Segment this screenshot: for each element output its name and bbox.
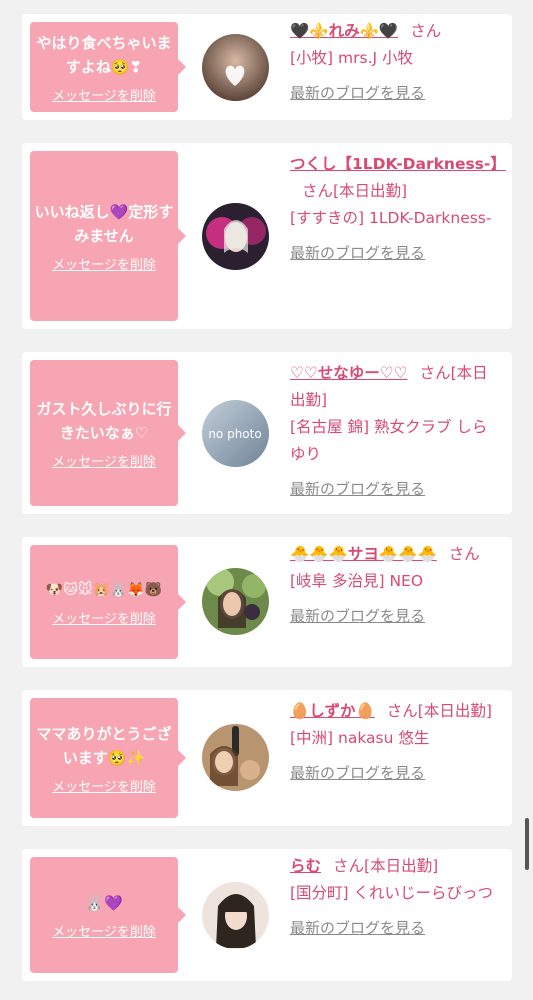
- shop-label: [すすきの] 1LDK-Darkness-: [290, 209, 492, 227]
- profile-name-link[interactable]: らむ: [290, 857, 321, 875]
- avatar-image: [202, 568, 269, 635]
- profile-name-link[interactable]: 🖤⚜️れみ⚜️🖤: [290, 22, 398, 40]
- profile-info: ♡♡せなゆー♡♡ さん[本日出勤] [名古屋 錦] 熟女クラブ しらゆり 最新のブ…: [290, 360, 502, 503]
- latest-blog-link[interactable]: 最新のブログを見る: [290, 240, 502, 267]
- profile-info: つくし【1LDK-Darkness-】さん[本日出勤] [すすきの] 1LDK-…: [290, 151, 506, 267]
- delete-message-link[interactable]: メッセージを削除: [52, 85, 156, 104]
- message-card: ママありがとうございます🥺✨ メッセージを削除 🥚しずか🥚 さん[本日出勤] [中…: [22, 690, 512, 826]
- message-bubble: 🐶🐱🐭🐹🐰🦊🐻 メッセージを削除: [30, 545, 186, 659]
- message-text: 🐰💜: [85, 893, 123, 912]
- delete-message-link[interactable]: メッセージを削除: [52, 608, 156, 627]
- profile-name-link[interactable]: つくし【1LDK-Darkness-】: [290, 155, 506, 173]
- latest-blog-link[interactable]: 最新のブログを見る: [290, 760, 502, 787]
- message-text: ガスト久しぶりに行きたいなぁ♡: [36, 399, 172, 442]
- message-text: ママありがとうございます🥺✨: [36, 724, 172, 767]
- profile-name-link[interactable]: 🥚しずか🥚: [290, 702, 375, 720]
- message-bubble: いいね返し💜定形すみません メッセージを削除: [30, 151, 186, 321]
- message-card: いいね返し💜定形すみません メッセージを削除 つくし【1LDK-Darkness…: [22, 143, 512, 329]
- profile-info: 🖤⚜️れみ⚜️🖤 さん [小牧] mrs.J 小牧 最新のブログを見る: [290, 18, 502, 107]
- avatar-image: [202, 724, 269, 791]
- name-suffix: さん[本日出勤]: [333, 857, 439, 875]
- name-suffix: さん: [410, 22, 442, 40]
- profile-info: 🐣🐣🐣サヨ🐣🐣🐣 さん [岐阜 多治見] NEO 最新のブログを見る: [290, 541, 502, 630]
- avatar-image: [202, 882, 269, 949]
- scrollbar[interactable]: [525, 818, 529, 870]
- message-card: ガスト久しぶりに行きたいなぁ♡ メッセージを削除 no photo ♡♡せなゆー…: [22, 352, 512, 514]
- no-photo-text: no photo: [208, 427, 261, 441]
- message-bubble: ママありがとうございます🥺✨ メッセージを削除: [30, 698, 186, 818]
- avatar[interactable]: [202, 568, 269, 635]
- message-text: やはり食べちゃいますよね🥺❣: [36, 33, 172, 76]
- message-text: 🐶🐱🐭🐹🐰🦊🐻: [45, 581, 163, 598]
- avatar[interactable]: [202, 34, 269, 101]
- delete-message-link[interactable]: メッセージを削除: [52, 921, 156, 940]
- latest-blog-link[interactable]: 最新のブログを見る: [290, 603, 502, 630]
- latest-blog-link[interactable]: 最新のブログを見る: [290, 80, 502, 107]
- profile-name-link[interactable]: ♡♡せなゆー♡♡: [290, 364, 408, 382]
- message-bubble: 🐰💜 メッセージを削除: [30, 857, 186, 973]
- avatar-image: [202, 203, 269, 270]
- shop-label: [名古屋 錦] 熟女クラブ しらゆり: [290, 418, 488, 463]
- avatar[interactable]: [202, 724, 269, 791]
- name-suffix: さん: [448, 545, 480, 563]
- delete-message-link[interactable]: メッセージを削除: [52, 254, 156, 273]
- message-bubble: ガスト久しぶりに行きたいなぁ♡ メッセージを削除: [30, 360, 186, 506]
- profile-info: らむ さん[本日出勤] [国分町] くれいじーらびっつ 最新のブログを見る: [290, 853, 502, 942]
- shop-label: [岐阜 多治見] NEO: [290, 572, 424, 590]
- message-card: 🐶🐱🐭🐹🐰🦊🐻 メッセージを削除 🐣🐣🐣サヨ🐣🐣🐣 さん [岐阜 多治見] NEO…: [22, 537, 512, 667]
- avatar[interactable]: [202, 882, 269, 949]
- message-card: 🐰💜 メッセージを削除 らむ さん[本日出勤] [国分町] くれいじーらびっつ 最…: [22, 849, 512, 981]
- delete-message-link[interactable]: メッセージを削除: [52, 451, 156, 470]
- avatar-image: no photo: [202, 400, 269, 467]
- message-card: やはり食べちゃいますよね🥺❣ メッセージを削除 🖤⚜️れみ⚜️🖤 さん [小牧] …: [22, 14, 512, 120]
- latest-blog-link[interactable]: 最新のブログを見る: [290, 476, 502, 503]
- name-suffix: さん[本日出勤]: [302, 182, 408, 200]
- delete-message-link[interactable]: メッセージを削除: [52, 776, 156, 795]
- avatar[interactable]: no photo: [202, 400, 269, 467]
- message-bubble: やはり食べちゃいますよね🥺❣ メッセージを削除: [30, 22, 186, 112]
- profile-name-link[interactable]: 🐣🐣🐣サヨ🐣🐣🐣: [290, 545, 437, 563]
- shop-label: [中洲] nakasu 悠生: [290, 729, 430, 747]
- avatar[interactable]: [202, 203, 269, 270]
- latest-blog-link[interactable]: 最新のブログを見る: [290, 915, 502, 942]
- shop-label: [国分町] くれいじーらびっつ: [290, 884, 494, 902]
- profile-info: 🥚しずか🥚 さん[本日出勤] [中洲] nakasu 悠生 最新のブログを見る: [290, 698, 502, 787]
- shop-label: [小牧] mrs.J 小牧: [290, 49, 413, 67]
- message-text: いいね返し💜定形すみません: [34, 202, 174, 245]
- avatar-image: [202, 34, 269, 101]
- name-suffix: さん[本日出勤]: [386, 702, 492, 720]
